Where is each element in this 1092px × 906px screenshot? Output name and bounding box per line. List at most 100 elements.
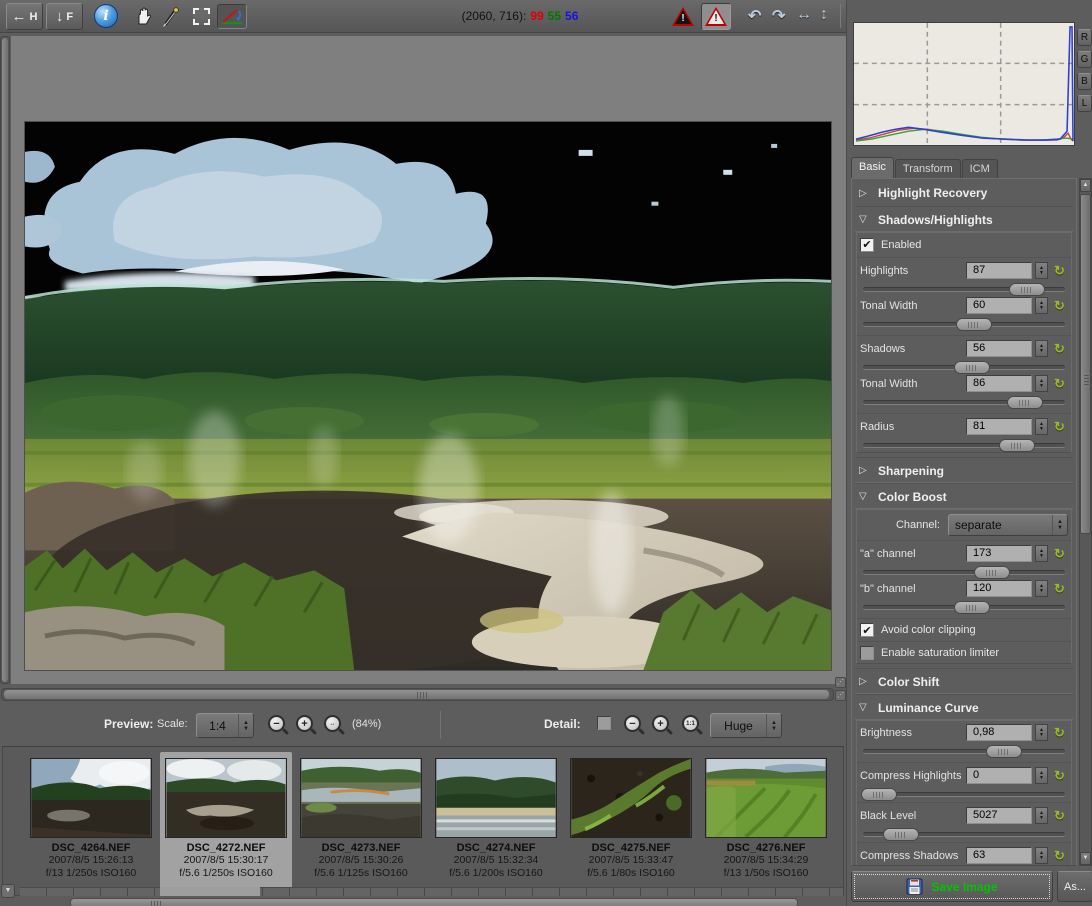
flip-horizontal-icon[interactable]: ↔ <box>796 6 812 24</box>
preview-canvas[interactable] <box>11 36 846 684</box>
tab-icm[interactable]: ICM <box>962 159 998 178</box>
spinner-icon[interactable]: ▲▼ <box>1035 545 1048 562</box>
reset-icon[interactable]: ↻ <box>1051 341 1068 357</box>
save-image-button[interactable]: Save Image <box>851 871 1053 902</box>
pane-corner-button[interactable]: ⋰ <box>835 677 846 688</box>
compress-highlights-slider[interactable] <box>863 792 1065 797</box>
section-color-shift[interactable]: ▷ Color Shift <box>855 668 1073 694</box>
slider-handle[interactable] <box>1007 396 1043 409</box>
detail-zoom-out-button[interactable]: − <box>624 715 641 732</box>
enabled-row[interactable]: ✔ Enabled <box>860 234 1068 255</box>
highlights-slider[interactable] <box>863 287 1065 292</box>
spinner-icon[interactable]: ▲▼ <box>1035 375 1048 392</box>
avoid-clipping-checkbox[interactable]: ✔ <box>860 623 874 637</box>
thumbnail-scrollbar-track[interactable] <box>20 887 843 896</box>
reset-icon[interactable]: ↻ <box>1051 263 1068 279</box>
section-sharpening[interactable]: ▷ Sharpening <box>855 457 1073 483</box>
section-color-boost[interactable]: ▽ Color Boost <box>855 483 1073 509</box>
compress-highlights-value-field[interactable]: 0 <box>966 767 1032 784</box>
section-luminance-curve[interactable]: ▽ Luminance Curve <box>855 694 1073 720</box>
tonal-width-2-value-field[interactable]: 86 <box>966 375 1032 392</box>
reset-icon[interactable]: ↻ <box>1051 419 1068 435</box>
spinner-icon[interactable]: ▲▼ <box>238 714 253 737</box>
highlights-value-field[interactable]: 87 <box>966 262 1032 279</box>
spinner-icon[interactable]: ▲▼ <box>1035 262 1048 279</box>
settings-scrollbar[interactable]: ▲ ▼ <box>1079 178 1092 866</box>
reset-icon[interactable]: ↻ <box>1051 848 1068 864</box>
enabled-checkbox[interactable]: ✔ <box>860 238 874 252</box>
scroll-up-button[interactable]: ▲ <box>1080 179 1091 192</box>
zoom-in-button[interactable]: + <box>296 715 313 732</box>
b-channel-value-field[interactable]: 120 <box>966 580 1032 597</box>
thumbnail-dsc4264[interactable]: DSC_4264.NEF 2007/8/5 15:26:13 f/13 1/25… <box>25 752 157 893</box>
thumbnail-dsc4276[interactable]: DSC_4276.NEF 2007/8/5 15:34:29 f/13 1/50… <box>700 752 832 893</box>
white-balance-picker-button[interactable] <box>158 4 184 29</box>
scale-select[interactable]: 1:4 ▲▼ <box>196 713 254 738</box>
zoom-out-button[interactable]: − <box>268 715 285 732</box>
spinner-icon[interactable]: ▲▼ <box>1035 580 1048 597</box>
flip-vertical-icon[interactable]: ↕ <box>820 6 828 24</box>
tab-basic[interactable]: Basic <box>851 157 894 178</box>
thumbnail-collapse-button[interactable]: ▼ <box>1 884 15 898</box>
avoid-clipping-row[interactable]: ✔ Avoid color clipping <box>857 618 1071 639</box>
radius-value-field[interactable]: 81 <box>966 418 1032 435</box>
rotate-cw-icon[interactable]: ↷ <box>772 6 785 26</box>
preview-image[interactable] <box>24 121 832 671</box>
bottom-scrollbar[interactable] <box>70 898 798 906</box>
reset-icon[interactable]: ↻ <box>1051 581 1068 597</box>
thumbnail-dsc4273[interactable]: DSC_4273.NEF 2007/8/5 15:30:26 f/5.6 1/1… <box>295 752 427 893</box>
section-shadows-highlights[interactable]: ▽ Shadows/Highlights <box>855 206 1073 232</box>
reset-icon[interactable]: ↻ <box>1051 298 1068 314</box>
section-highlight-recovery[interactable]: ▷ Highlight Recovery <box>855 180 1073 206</box>
shadows-slider[interactable] <box>863 365 1065 370</box>
reset-icon[interactable]: ↻ <box>1051 376 1068 392</box>
shadows-value-field[interactable]: 56 <box>966 340 1032 357</box>
reset-icon[interactable]: ↻ <box>1051 768 1068 784</box>
spinner-icon[interactable]: ▲▼ <box>1035 724 1048 741</box>
exposure-mask-dark-button[interactable]: ! <box>670 4 696 29</box>
spinner-icon[interactable]: ▲▼ <box>1052 515 1067 535</box>
info-icon[interactable]: i <box>94 4 118 28</box>
crop-tool-button[interactable] <box>188 4 214 29</box>
spinner-icon[interactable]: ▲▼ <box>766 714 781 737</box>
spinner-icon[interactable]: ▲▼ <box>1035 297 1048 314</box>
black-level-value-field[interactable]: 5027 <box>966 807 1032 824</box>
spinner-icon[interactable]: ▲▼ <box>1035 340 1048 357</box>
slider-handle[interactable] <box>999 439 1035 452</box>
compress-shadows-value-field[interactable]: 63 <box>966 847 1032 864</box>
tonal-width-1-value-field[interactable]: 60 <box>966 297 1032 314</box>
reset-icon[interactable]: ↻ <box>1051 725 1068 741</box>
spinner-icon[interactable]: ▲▼ <box>1035 418 1048 435</box>
detail-zoom-in-button[interactable]: + <box>652 715 669 732</box>
fullscreen-button[interactable]: ↓ F <box>46 3 83 30</box>
slider-handle[interactable] <box>956 318 992 331</box>
a-channel-slider[interactable] <box>863 570 1065 575</box>
channel-select[interactable]: separate ▲▼ <box>948 514 1068 536</box>
preview-vscroll-thumb[interactable] <box>2 38 8 682</box>
history-button[interactable]: ← H <box>6 3 43 30</box>
reset-icon[interactable]: ↻ <box>1051 546 1068 562</box>
spinner-icon[interactable]: ▲▼ <box>1035 767 1048 784</box>
black-level-slider[interactable] <box>863 832 1065 837</box>
preview-hscroll-thumb[interactable] <box>4 690 829 699</box>
b-channel-slider[interactable] <box>863 605 1065 610</box>
histogram-green-toggle[interactable]: G <box>1077 51 1092 68</box>
thumbnail-dsc4275[interactable]: DSC_4275.NEF 2007/8/5 15:33:47 f/5.6 1/8… <box>565 752 697 893</box>
scroll-corner-button[interactable]: ⋰ <box>835 690 846 701</box>
straighten-tool-button[interactable] <box>217 4 247 29</box>
detail-zoom-100-button[interactable]: 1:1 <box>682 715 699 732</box>
reset-icon[interactable]: ↻ <box>1051 808 1068 824</box>
detail-checkbox[interactable] <box>597 716 611 730</box>
slider-handle[interactable] <box>883 828 919 841</box>
histogram-blue-toggle[interactable]: B <box>1077 73 1092 90</box>
zoom-fit-button[interactable]: ↔ <box>324 715 341 732</box>
pan-tool-button[interactable] <box>130 4 156 29</box>
exposure-mask-light-button[interactable]: ! <box>701 3 731 30</box>
preview-horizontal-scrollbar[interactable] <box>1 688 834 701</box>
histogram-red-toggle[interactable]: R <box>1077 29 1092 46</box>
slider-handle[interactable] <box>954 601 990 614</box>
thumbnail-dsc4274[interactable]: DSC_4274.NEF 2007/8/5 15:32:34 f/5.6 1/2… <box>430 752 562 893</box>
a-channel-value-field[interactable]: 173 <box>966 545 1032 562</box>
saturation-limiter-checkbox[interactable] <box>860 646 874 660</box>
tab-transform[interactable]: Transform <box>895 159 961 178</box>
